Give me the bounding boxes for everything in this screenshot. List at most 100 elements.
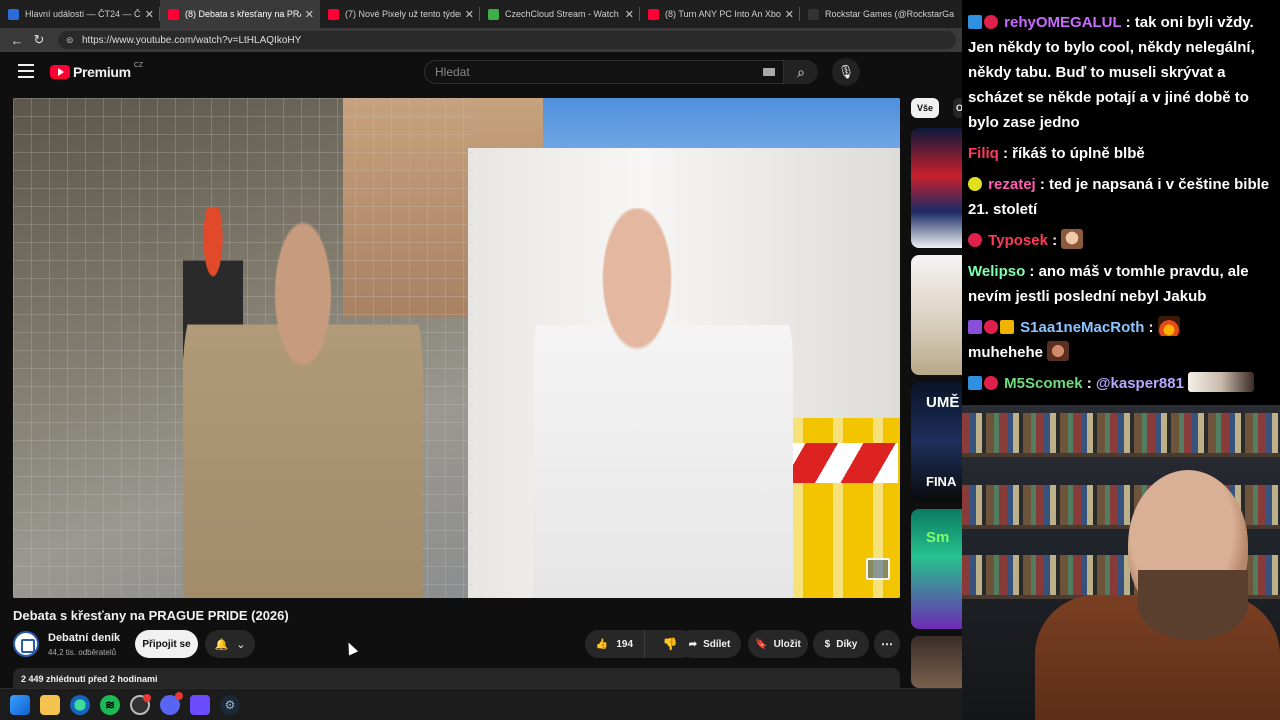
channel-action-row: Debatní deník 44,2 tis. odběratelů Připo… [13, 630, 900, 662]
like-button[interactable]: 👍 194 [585, 630, 645, 658]
chat-username[interactable]: Welipso [968, 263, 1025, 280]
tab-czechcloud[interactable]: CzechCloud Stream - Watch Live o ✕ [480, 0, 640, 28]
x-favicon-icon [808, 8, 819, 20]
bits-badge-icon [968, 320, 982, 334]
laugh-emote-icon [1047, 341, 1070, 361]
notification-badge [143, 693, 151, 702]
sub-badge-icon [984, 15, 998, 29]
share-button[interactable]: ➦ Sdílet [678, 630, 741, 658]
channel-watermark-icon[interactable] [866, 558, 890, 580]
video-player[interactable] [13, 98, 900, 598]
crown-badge-icon [1000, 320, 1014, 334]
microphone-icon: 🎙 [837, 64, 855, 79]
close-icon[interactable]: ✕ [465, 8, 474, 21]
chat-message: S1aa1neMacRoth : muhehehe [968, 315, 1274, 365]
hamburger-menu-icon[interactable] [18, 64, 34, 78]
edge-browser-icon[interactable] [70, 694, 90, 715]
save-label: Uložit [773, 638, 801, 650]
chat-username[interactable]: Filiq [968, 145, 999, 162]
chip-next[interactable]: O [953, 98, 962, 118]
related-video-thumbnail[interactable]: Sm [911, 509, 962, 629]
face-emote-icon [1061, 229, 1084, 249]
related-filter-chips: Vše O [911, 98, 962, 120]
search-button[interactable]: ⌕ [784, 60, 818, 84]
thanks-button[interactable]: $ Díky [813, 630, 869, 658]
related-video-thumbnail[interactable] [911, 255, 962, 375]
keyboard-icon[interactable] [763, 68, 775, 76]
sub-badge-icon [968, 233, 982, 247]
save-button[interactable]: 🔖 Uložit [748, 630, 808, 658]
windows-start-icon[interactable] [10, 694, 30, 715]
close-icon[interactable]: ✕ [145, 8, 154, 21]
description-box[interactable]: 2 449 zhlédnutí před 2 hodinami [13, 668, 900, 688]
site-info-icon[interactable]: ⊜ [66, 35, 76, 46]
file-explorer-icon[interactable] [40, 694, 60, 715]
url-field[interactable]: ⊜ https://www.youtube.com/watch?v=LtHLAQ… [58, 31, 956, 49]
tab-youtube-debata[interactable]: (8) Debata s křesťany na PRAGUE ✕ [160, 0, 320, 28]
close-icon[interactable]: ✕ [625, 8, 634, 21]
bell-icon: 🔔 [214, 638, 229, 651]
voice-search-button[interactable]: 🎙 [832, 58, 860, 86]
like-count: 194 [616, 638, 634, 650]
more-dots-icon: ⋯ [881, 637, 893, 651]
address-bar: ← ↻ ⊜ https://www.youtube.com/watch?v=Lt… [0, 28, 962, 52]
tab-rockstar[interactable]: Rockstar Games (@RockstarGame [800, 0, 960, 28]
pacman-badge-icon [968, 177, 982, 191]
youtube-favicon-icon [328, 8, 339, 20]
thanks-label: Díky [836, 638, 858, 650]
tab-youtube-xbox[interactable]: (8) Turn ANY PC Into An Xbox! HU ✕ [640, 0, 800, 28]
chat-message: Filiq : říkáš to úplně blbě [968, 145, 1145, 162]
chat-mention[interactable]: @kasper881 [1096, 375, 1184, 392]
related-video-thumbnail[interactable]: UMĚ FINA [911, 382, 962, 502]
thumbnail-text: Sm [926, 529, 950, 546]
video-title: Debata s křesťany na PRAGUE PRIDE (2026) [13, 608, 289, 623]
join-button[interactable]: Připojit se [135, 630, 198, 658]
app-grid-icon[interactable] [190, 694, 210, 715]
chat-username[interactable]: rezatej [988, 176, 1036, 193]
chip-all[interactable]: Vše [911, 98, 940, 118]
fire-emote-icon [1157, 316, 1180, 336]
close-icon[interactable]: ✕ [785, 8, 794, 21]
close-icon[interactable]: ✕ [305, 8, 314, 21]
video-frame-person-left [183, 218, 423, 598]
chat-username[interactable]: rehyOMEGALUL [1004, 14, 1121, 31]
spotify-icon[interactable]: ≋ [100, 694, 120, 715]
video-frame-person-interviewer [533, 208, 793, 598]
share-label: Sdílet [703, 638, 731, 650]
subscriber-count: 44,2 tis. odběratelů [48, 648, 117, 657]
czechcloud-favicon-icon [488, 8, 499, 20]
search-icon: ⌕ [797, 63, 805, 80]
back-arrow-icon[interactable]: ← [6, 33, 28, 48]
thumbnail-text: FINA [926, 474, 957, 489]
steam-icon[interactable]: ⚙ [220, 694, 240, 715]
channel-name[interactable]: Debatní deník [48, 632, 120, 644]
obs-icon[interactable] [130, 693, 151, 715]
related-video-thumbnail[interactable] [911, 128, 962, 248]
chat-message: Typosek : [968, 228, 1274, 253]
youtube-favicon-icon [168, 8, 179, 20]
url-text: https://www.youtube.com/watch?v=LtHLAQIk… [82, 34, 302, 46]
view-count-and-date: 2 449 zhlédnutí před 2 hodinami [21, 674, 158, 684]
tab-ct24[interactable]: Hlavní události — ČT24 — Česká t ✕ [0, 0, 160, 28]
chat-username[interactable]: S1aa1neMacRoth [1020, 319, 1144, 336]
chat-message: rezatej : ted je napsaná i v češtine bib… [968, 176, 1270, 218]
chat-username[interactable]: Typosek [988, 232, 1048, 249]
reload-icon[interactable]: ↻ [28, 32, 50, 48]
notifications-button[interactable]: 🔔 ⌄ [205, 630, 255, 658]
channel-avatar[interactable] [13, 631, 39, 657]
youtube-logo[interactable]: Premium CZ [50, 62, 143, 80]
sub-badge-icon [984, 376, 998, 390]
discord-icon[interactable] [160, 691, 183, 715]
share-arrow-icon: ➦ [688, 638, 698, 650]
chat-username[interactable]: M5Scomek [1004, 375, 1082, 392]
more-actions-button[interactable]: ⋯ [874, 630, 900, 658]
thumbs-up-icon: 👍 [595, 638, 609, 650]
windows-taskbar: ≋ ⚙ [0, 688, 962, 720]
related-video-thumbnail[interactable] [911, 636, 962, 688]
tab-youtube-pixely[interactable]: (7) Nové Pixely už tento týden.. | R ✕ [320, 0, 480, 28]
bookmark-icon: 🔖 [755, 638, 768, 650]
search-input[interactable]: Hledat [424, 60, 784, 84]
shelf-board [962, 453, 1280, 457]
chat-message: Welipso : ano máš v tomhle pravdu, ale n… [968, 263, 1249, 305]
wide-emote-icon [1188, 372, 1255, 392]
